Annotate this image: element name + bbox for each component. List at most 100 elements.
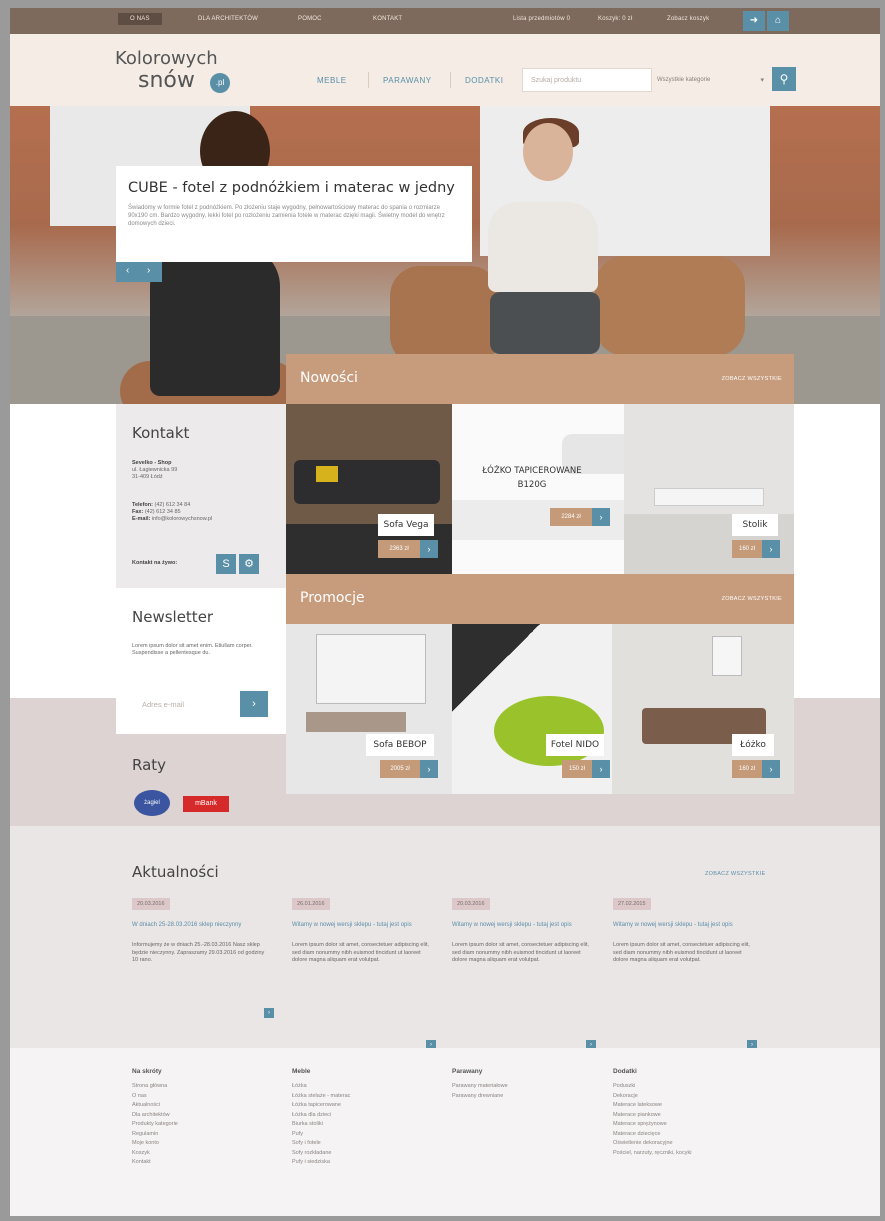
raty-heading: Raty	[132, 756, 167, 774]
product-name[interactable]: ŁÓŻKO TAPICEROWANE B120G	[472, 464, 592, 494]
product-name[interactable]: Łóżko	[732, 734, 774, 756]
news-heading: Aktualności	[132, 863, 219, 881]
footer-link[interactable]: Łóżka dla dzieci	[292, 1111, 350, 1121]
footer-link[interactable]: Oświetlenie dekoracyjne	[613, 1139, 691, 1149]
footer-link[interactable]: Dla architektów	[132, 1111, 178, 1121]
chevron-right-icon[interactable]: ›	[147, 265, 150, 276]
zagiel-logo[interactable]: żagiel	[134, 790, 170, 816]
product-tile[interactable]: ŁÓŻKO TAPICEROWANE B120G 2284 zł ›	[452, 404, 624, 574]
site-footer: Na skróty Strona główna O nas Aktualnośc…	[10, 1048, 880, 1216]
footer-link[interactable]: Moje konto	[132, 1139, 178, 1149]
nav-parawany[interactable]: PARAWANY	[383, 76, 432, 85]
kontakt-street: ul. Łagiewnicka 99	[132, 467, 178, 473]
product-name[interactable]: Fotel NIDO	[546, 734, 604, 756]
window-image	[712, 636, 742, 676]
nowosci-title: Nowości	[300, 370, 358, 386]
product-tile[interactable]: Sofa Vega 2363 zł ›	[286, 404, 452, 574]
product-price: 2284 zł	[550, 508, 592, 526]
footer-link[interactable]: Łóżka stelaże - materac	[292, 1092, 350, 1102]
footer-link[interactable]: Parawany materiałowe	[452, 1082, 508, 1092]
email-link[interactable]: info@kolorowychsnow.pl	[152, 516, 212, 522]
footer-link[interactable]: Aktualności	[132, 1101, 178, 1111]
chevron-right-icon[interactable]: ›	[762, 760, 780, 778]
footer-link[interactable]: Sofy i fotele	[292, 1139, 350, 1149]
footer-link[interactable]: Pufy i siedziska	[292, 1158, 350, 1168]
sofa-image	[306, 712, 406, 732]
footer-link[interactable]: Biurka stoliki	[292, 1120, 350, 1130]
footer-link[interactable]: Łóżka tapicerowane	[292, 1101, 350, 1111]
news-title[interactable]: W dniach 25-28.03.2016 sklep nieczynny	[132, 922, 270, 929]
newsletter-submit-button[interactable]: ›	[240, 691, 268, 717]
footer-link[interactable]: Regulamin	[132, 1130, 178, 1140]
nowosci-see-all[interactable]: ZOBACZ WSZYSTKIE	[722, 376, 782, 382]
topbar-link-pomoc[interactable]: POMOC	[298, 16, 322, 22]
nav-meble[interactable]: MEBLE	[317, 76, 347, 85]
footer-link[interactable]: Sofy rozkładane	[292, 1149, 350, 1159]
news-title[interactable]: Witamy w nowej wersji sklepu - tutaj jes…	[613, 922, 751, 929]
topbar-link-o-nas[interactable]: O NAS	[118, 13, 162, 25]
category-select[interactable]: Wszystkie kategorie ▾	[655, 68, 770, 92]
footer-link[interactable]: O nas	[132, 1092, 178, 1102]
footer-link[interactable]: Materace lateksowe	[613, 1101, 691, 1111]
product-tile[interactable]: Łóżko 160 zł ›	[612, 624, 794, 794]
chevron-right-icon[interactable]: ›	[592, 760, 610, 778]
news-title[interactable]: Witamy w nowej wersji sklepu - tutaj jes…	[452, 922, 590, 929]
chevron-left-icon[interactable]: ‹	[126, 265, 129, 276]
promocje-see-all[interactable]: ZOBACZ WSZYSTKIE	[722, 596, 782, 602]
footer-link[interactable]: Materace piankowe	[613, 1111, 691, 1121]
footer-link[interactable]: Materace sprężynowe	[613, 1120, 691, 1130]
logo-text-2[interactable]: snów	[138, 68, 195, 93]
footer-link[interactable]: Koszyk	[132, 1149, 178, 1159]
hero-person-1	[150, 246, 280, 396]
product-name[interactable]: Sofa Vega	[378, 514, 434, 536]
skype-icon[interactable]: S	[216, 554, 236, 574]
footer-link[interactable]: Materace dziecięce	[613, 1130, 691, 1140]
footer-link[interactable]: Poduszki	[613, 1082, 691, 1092]
search-input[interactable]: Szukaj produktu	[522, 68, 652, 92]
footer-link[interactable]: Strona główna	[132, 1082, 178, 1092]
home-icon[interactable]: ⌂	[767, 11, 789, 31]
footer-link[interactable]: Łóżka	[292, 1082, 350, 1092]
news-see-all[interactable]: ZOBACZ WSZYSTKIE	[705, 871, 765, 877]
newsletter-email-input[interactable]: Adres e-mail	[134, 691, 238, 717]
hero-title[interactable]: CUBE - fotel z podnóżkiem i materac w je…	[128, 180, 460, 196]
product-price: 2363 zł	[378, 540, 420, 558]
chevron-right-icon[interactable]: ›	[420, 540, 438, 558]
chevron-right-icon[interactable]: ›	[264, 1008, 274, 1018]
chevron-right-icon[interactable]: ›	[592, 508, 610, 526]
mbank-logo[interactable]: mBank	[183, 796, 229, 812]
chevron-right-icon[interactable]: ›	[420, 760, 438, 778]
product-name[interactable]: Sofa BEBOP	[366, 734, 434, 756]
product-tile[interactable]: Fotel NIDO 150 zł ›	[452, 624, 612, 794]
newsletter-heading: Newsletter	[132, 608, 214, 626]
newsletter-text: Lorem ipsum dolor sit amet enim. Etiulla…	[132, 643, 253, 656]
product-tile[interactable]: Stolik 160 zł ›	[624, 404, 794, 574]
chevron-right-icon[interactable]: ›	[762, 540, 780, 558]
topbar-link-architects[interactable]: DLA ARCHITEKTÓW	[198, 16, 258, 22]
nav-dodatki[interactable]: DODATKI	[465, 76, 503, 85]
news-title[interactable]: Witamy w nowej wersji sklepu - tutaj jes…	[292, 922, 430, 929]
promocje-title: Promocje	[300, 590, 365, 606]
phone-value: (42) 612 34 84	[154, 502, 191, 508]
product-tile[interactable]: Sofa BEBOP 2005 zł ›	[286, 624, 452, 794]
topbar-link-kontakt[interactable]: KONTAKT	[373, 16, 402, 22]
topbar-wishlist[interactable]: Lista przedmiotów 0	[513, 16, 570, 22]
topbar-cart-total[interactable]: Koszyk: 0 zł	[598, 16, 632, 22]
footer-link[interactable]: Dekoracje	[613, 1092, 691, 1102]
gear-icon[interactable]: ⚙	[239, 554, 259, 574]
topbar-view-cart[interactable]: Zobacz koszyk	[667, 16, 709, 22]
logo-text-1[interactable]: Kolorowych	[115, 48, 218, 69]
product-name[interactable]: Stolik	[732, 514, 778, 536]
footer-list: Łóżka Łóżka stelaże - materac Łóżka tapi…	[292, 1082, 350, 1168]
footer-link[interactable]: Produkty kategorie	[132, 1120, 178, 1130]
footer-link[interactable]: Pufy	[292, 1130, 350, 1140]
footer-link[interactable]: Kontakt	[132, 1158, 178, 1168]
kontakt-address: Sevelko - Shop ul. Łagiewnicka 99 31-409…	[132, 460, 177, 481]
footer-link[interactable]: Pościel, narzuty, ręczniki, kocyki	[613, 1149, 691, 1159]
kontakt-city: 31-409 Łódź	[132, 474, 163, 480]
search-button[interactable]: ⚲	[772, 67, 796, 91]
email-label: E-mail:	[132, 516, 151, 522]
footer-link[interactable]: Parawany drewniane	[452, 1092, 508, 1102]
table-image	[654, 488, 764, 506]
login-icon[interactable]: ➜	[743, 11, 765, 31]
